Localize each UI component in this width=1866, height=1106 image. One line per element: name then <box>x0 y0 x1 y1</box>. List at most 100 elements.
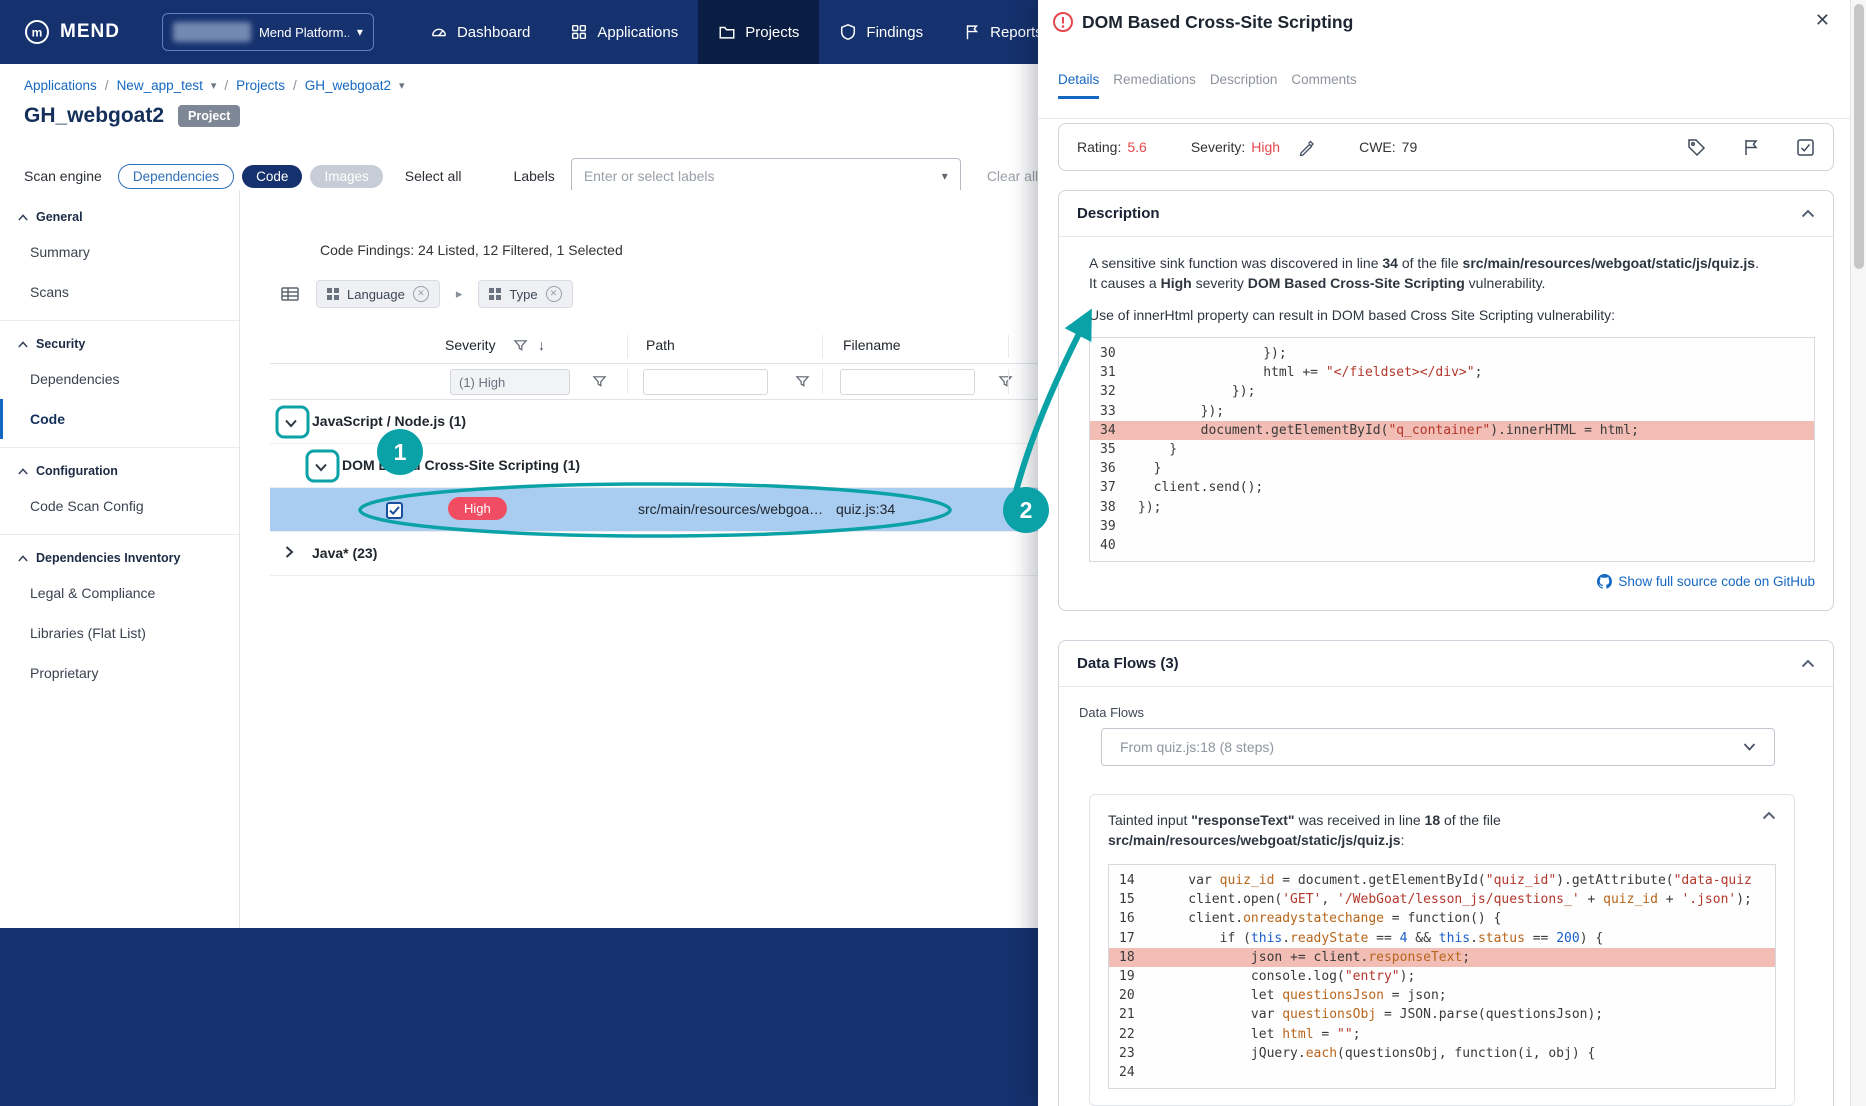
data-flow-dropdown[interactable]: From quiz.js:18 (8 steps) <box>1101 728 1775 766</box>
sidebar-section-title: Configuration <box>36 464 118 478</box>
sidebar-item-code-scan-config[interactable]: Code Scan Config <box>0 486 239 526</box>
data-flows-card-header[interactable]: Data Flows (3) <box>1059 641 1833 687</box>
filter-funnel-icon[interactable] <box>513 338 528 356</box>
nav-item-projects[interactable]: Projects <box>698 0 820 64</box>
collapse-chevron-up-icon[interactable] <box>1801 209 1815 218</box>
sidebar-header-security[interactable]: Security <box>0 329 239 359</box>
chevron-down-icon[interactable]: ▾ <box>211 79 217 92</box>
sidebar-item-proprietary[interactable]: Proprietary <box>0 653 239 693</box>
filter-chip-type[interactable]: Type ✕ <box>478 280 573 308</box>
sidebar-item-scans[interactable]: Scans <box>0 272 239 312</box>
remove-chip-icon[interactable]: ✕ <box>412 286 429 302</box>
sidebar-item-legal-compliance[interactable]: Legal & Compliance <box>0 573 239 613</box>
findings-icon <box>841 24 856 40</box>
group-row-java[interactable]: Java* (23) <box>270 532 1038 576</box>
tab-details[interactable]: Details <box>1058 72 1100 99</box>
clear-all-link[interactable]: Clear all <box>987 168 1038 184</box>
chip-label: Language <box>347 286 405 302</box>
column-header-path[interactable]: Path <box>646 337 675 353</box>
tab-comments[interactable]: Comments <box>1291 72 1356 99</box>
engine-pill-code[interactable]: Code <box>242 164 303 188</box>
group-row-dom-xss[interactable]: DOM Based Cross-Site Scripting (1) <box>270 444 1038 488</box>
data-flow-step-header[interactable]: Tainted input "responseText" was receive… <box>1108 811 1776 850</box>
breadcrumb-applications[interactable]: Applications <box>24 78 97 93</box>
cwe-value: 79 <box>1401 139 1418 155</box>
table-filter-row <box>270 364 1038 400</box>
check-square-icon[interactable] <box>1796 138 1815 157</box>
filter-chips-row: Language ✕ ▸ Type ✕ <box>280 280 573 308</box>
filename-filter-input[interactable] <box>840 369 975 395</box>
breadcrumb-projects[interactable]: Projects <box>236 78 285 93</box>
chevron-down-icon <box>1743 743 1756 751</box>
finding-row-selected[interactable]: High src/main/resources/webgoa… quiz.js:… <box>270 488 1038 532</box>
group-row-javascript[interactable]: JavaScript / Node.js (1) <box>270 400 1038 444</box>
sidebar-item-libraries-flat-list[interactable]: Libraries (Flat List) <box>0 613 239 653</box>
tab-remediations[interactable]: Remediations <box>1113 72 1196 99</box>
sidebar-header-configuration[interactable]: Configuration <box>0 456 239 486</box>
tag-icon[interactable] <box>1687 138 1706 157</box>
table-view-icon[interactable] <box>280 284 300 304</box>
nav-item-dashboard[interactable]: Dashboard <box>410 0 550 64</box>
column-header-filename[interactable]: Filename <box>843 337 901 353</box>
cwe-label: CWE: <box>1359 139 1396 155</box>
scan-engine-row: Scan engine Dependencies Code Images Sel… <box>24 158 1038 194</box>
vertical-scrollbar-thumb[interactable] <box>1854 4 1864 269</box>
nav-item-applications[interactable]: Applications <box>550 0 698 64</box>
severity-filter-input[interactable] <box>450 369 570 395</box>
select-all-link[interactable]: Select all <box>405 168 462 184</box>
sidebar-header-dependencies-inventory[interactable]: Dependencies Inventory <box>0 543 239 573</box>
findings-summary: Code Findings: 24 Listed, 12 Filtered, 1… <box>320 242 623 258</box>
labels-input[interactable] <box>583 168 942 184</box>
nav-item-findings[interactable]: Findings <box>819 0 943 64</box>
breadcrumb-gh-webgoat2[interactable]: GH_webgoat2 <box>305 78 391 93</box>
severity-label: Severity: <box>1190 139 1246 155</box>
close-icon[interactable]: ✕ <box>1815 10 1830 31</box>
breadcrumb-new-app-test[interactable]: New_app_test <box>117 78 203 93</box>
chevron-up-icon <box>18 213 28 221</box>
chevron-right-icon[interactable] <box>284 545 294 562</box>
sidebar-item-dependencies[interactable]: Dependencies <box>0 359 239 399</box>
sidebar-item-code[interactable]: Code <box>0 399 239 439</box>
finding-detail-drawer: DOM Based Cross-Site Scripting ✕ Details… <box>1038 0 1850 1106</box>
chevron-down-icon: ▾ <box>356 25 363 39</box>
sidebar-header-general[interactable]: General <box>0 202 239 232</box>
chevron-down-icon[interactable] <box>284 415 298 431</box>
filter-funnel-icon[interactable] <box>795 374 810 394</box>
chevron-down-icon[interactable]: ▾ <box>399 79 405 92</box>
data-flow-dropdown-value: From quiz.js:18 (8 steps) <box>1120 739 1275 755</box>
org-selector[interactable]: Mend Platform... ▾ <box>161 13 374 51</box>
chevron-down-icon[interactable]: ▾ <box>942 169 948 183</box>
filter-funnel-icon[interactable] <box>998 374 1013 394</box>
column-separator <box>822 335 823 358</box>
edit-icon[interactable] <box>1298 139 1315 156</box>
tab-description[interactable]: Description <box>1210 72 1278 99</box>
finding-filename-cell: quiz.js:34 <box>836 501 896 517</box>
chevron-up-icon <box>18 340 28 348</box>
nav-label: Findings <box>866 23 924 41</box>
sidebar-section-general: General Summary Scans <box>0 190 239 321</box>
row-checkbox-checked[interactable] <box>386 502 403 519</box>
collapse-chevron-up-icon[interactable] <box>1801 659 1815 668</box>
severity-badge-high: High <box>448 497 507 520</box>
engine-pill-dependencies[interactable]: Dependencies <box>117 163 235 189</box>
data-flows-body: Data Flows From quiz.js:18 (8 steps) Tai… <box>1059 687 1833 1106</box>
data-flows-card: Data Flows (3) Data Flows From quiz.js:1… <box>1058 640 1834 1106</box>
description-card-header[interactable]: Description <box>1059 191 1833 237</box>
path-filter-input[interactable] <box>643 369 768 395</box>
remove-chip-icon[interactable]: ✕ <box>545 286 562 302</box>
projects-icon <box>719 26 735 39</box>
collapse-chevron-up-icon[interactable] <box>1762 811 1776 820</box>
nav-label: Dashboard <box>456 23 531 41</box>
drawer-title: DOM Based Cross-Site Scripting <box>1082 12 1354 32</box>
filter-funnel-icon[interactable] <box>592 374 607 394</box>
filter-chip-language[interactable]: Language ✕ <box>316 280 440 308</box>
grid-icon <box>327 288 339 300</box>
flag-icon[interactable] <box>1742 138 1760 156</box>
page-background-band <box>0 928 1038 1106</box>
sort-descending-icon[interactable]: ↓ <box>538 337 545 353</box>
labels-select[interactable]: ▾ <box>570 158 961 194</box>
column-header-severity[interactable]: Severity <box>445 337 496 353</box>
chevron-down-icon[interactable] <box>314 459 328 475</box>
github-source-link[interactable]: Show full source code on GitHub <box>1597 574 1815 589</box>
sidebar-item-summary[interactable]: Summary <box>0 232 239 272</box>
